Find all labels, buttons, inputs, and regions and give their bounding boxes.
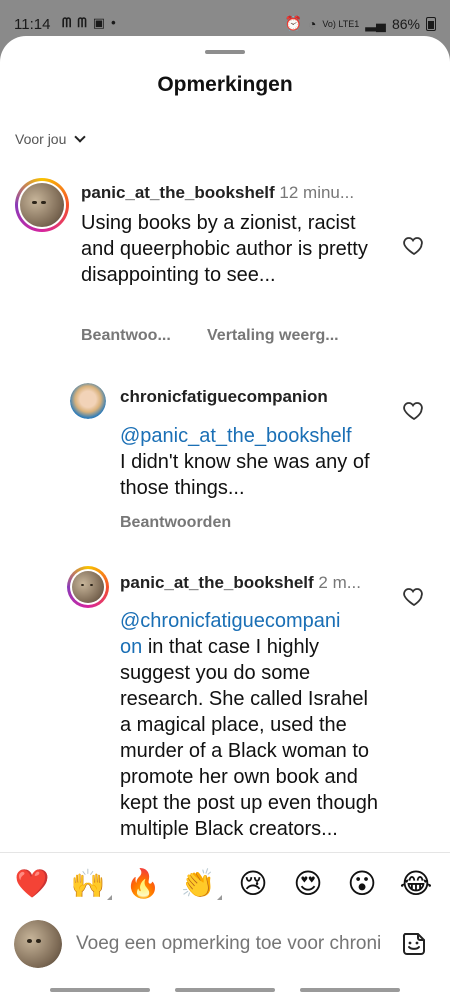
- comment-header: panic_at_the_bookshelf 12 minu...: [81, 183, 381, 203]
- fire-emoji-button[interactable]: 🔥: [123, 867, 163, 900]
- raised-hands-emoji-button[interactable]: 🙌: [68, 867, 112, 900]
- drag-handle[interactable]: [205, 50, 245, 54]
- dot-icon: •: [111, 15, 116, 30]
- like-heart-icon[interactable]: [402, 584, 426, 608]
- reply-button[interactable]: Beantwoo...: [81, 327, 171, 345]
- signal-icon: ▂▄: [365, 15, 386, 31]
- crying-emoji-button[interactable]: 😢: [233, 867, 273, 900]
- mention-part-1: @chronicfatiguecompani: [120, 610, 341, 632]
- quick-reactions-bar: ❤️ 🙌 🔥 👏 😢 😍 😮 😂: [0, 852, 450, 916]
- reply-button[interactable]: Beantwoorden: [120, 514, 231, 532]
- avatar[interactable]: [67, 566, 109, 608]
- reply-text: @panic_at_the_bookshelf I didn't know sh…: [120, 423, 390, 501]
- reply-item: panic_at_the_bookshelf 2 m... @chronicfa…: [0, 562, 450, 852]
- nav-recent-button[interactable]: [50, 988, 150, 992]
- laughing-emoji-button[interactable]: 😂: [396, 867, 436, 900]
- avatar[interactable]: [15, 178, 69, 232]
- comment-time: 12 minu...: [279, 183, 355, 202]
- reply-username[interactable]: panic_at_the_bookshelf: [120, 573, 314, 592]
- like-heart-icon[interactable]: [402, 233, 426, 257]
- cat-avatar-image: [72, 571, 104, 603]
- mention-link[interactable]: @panic_at_the_bookshelf: [120, 425, 352, 447]
- status-right: ⏰ ◔ Vo) LTE1 ▂▄ 86%: [285, 15, 436, 32]
- reply-text: @chronicfatiguecompani on in that case I …: [120, 608, 382, 842]
- status-time: 11:14: [14, 16, 51, 33]
- comment-username[interactable]: panic_at_the_bookshelf: [81, 183, 275, 202]
- wifi-icon: ◔: [307, 15, 317, 32]
- notification-m-icon: ᗰ: [62, 15, 72, 30]
- gallery-icon: ▣: [92, 15, 106, 30]
- alarm-icon: ⏰: [284, 15, 302, 31]
- heart-emoji-button[interactable]: ❤️: [12, 867, 52, 900]
- comment-item: panic_at_the_bookshelf 12 minu... Using …: [0, 166, 450, 366]
- reply-header: panic_at_the_bookshelf 2 m...: [120, 573, 380, 593]
- cat-avatar-image: [20, 183, 64, 227]
- cat-avatar-image: [14, 920, 62, 968]
- surprised-emoji-button[interactable]: 😮: [342, 867, 382, 900]
- filter-label: Voor jou: [15, 131, 67, 147]
- network-label: Vo) LTE1: [322, 18, 360, 29]
- reply-item: chronicfatiguecompanion @panic_at_the_bo…: [0, 380, 450, 560]
- comment-text: Using books by a zionist, racist and que…: [81, 212, 368, 286]
- avatar[interactable]: [70, 383, 106, 419]
- system-nav-bar: [0, 980, 450, 1000]
- sort-filter-dropdown[interactable]: Voor jou: [15, 130, 87, 147]
- reply-username[interactable]: chronicfatiguecompanion: [120, 387, 328, 407]
- comments-sheet: Opmerkingen Voor jou panic_at_the_booksh…: [0, 36, 450, 1000]
- notification-icons: ᗰ ᗰ ▣ •: [62, 15, 116, 31]
- comment-input[interactable]: [76, 928, 382, 960]
- notification-m-icon: ᗰ: [77, 15, 87, 30]
- chevron-down-icon: [74, 130, 87, 143]
- like-heart-icon[interactable]: [402, 398, 426, 422]
- own-avatar: [14, 920, 62, 968]
- heart-eyes-emoji-button[interactable]: 😍: [288, 867, 328, 900]
- battery-label: 86%: [391, 15, 420, 32]
- clapping-emoji-button[interactable]: 👏: [178, 867, 222, 900]
- translate-button[interactable]: Vertaling weerg...: [207, 327, 339, 345]
- comment-list[interactable]: panic_at_the_bookshelf 12 minu... Using …: [0, 166, 450, 852]
- user-avatar-image: [70, 383, 106, 419]
- sheet-title: Opmerkingen: [157, 73, 293, 96]
- nav-back-button[interactable]: [300, 988, 400, 992]
- battery-icon: [426, 16, 436, 31]
- sticker-icon[interactable]: [400, 930, 428, 958]
- nav-home-button[interactable]: [175, 988, 275, 992]
- mention-part-2: on: [120, 636, 143, 658]
- reply-body: I didn't know she was any of those thing…: [120, 451, 370, 499]
- reply-time: 2 m...: [318, 573, 361, 592]
- reply-body: in that case I highly suggest you do som…: [120, 636, 378, 840]
